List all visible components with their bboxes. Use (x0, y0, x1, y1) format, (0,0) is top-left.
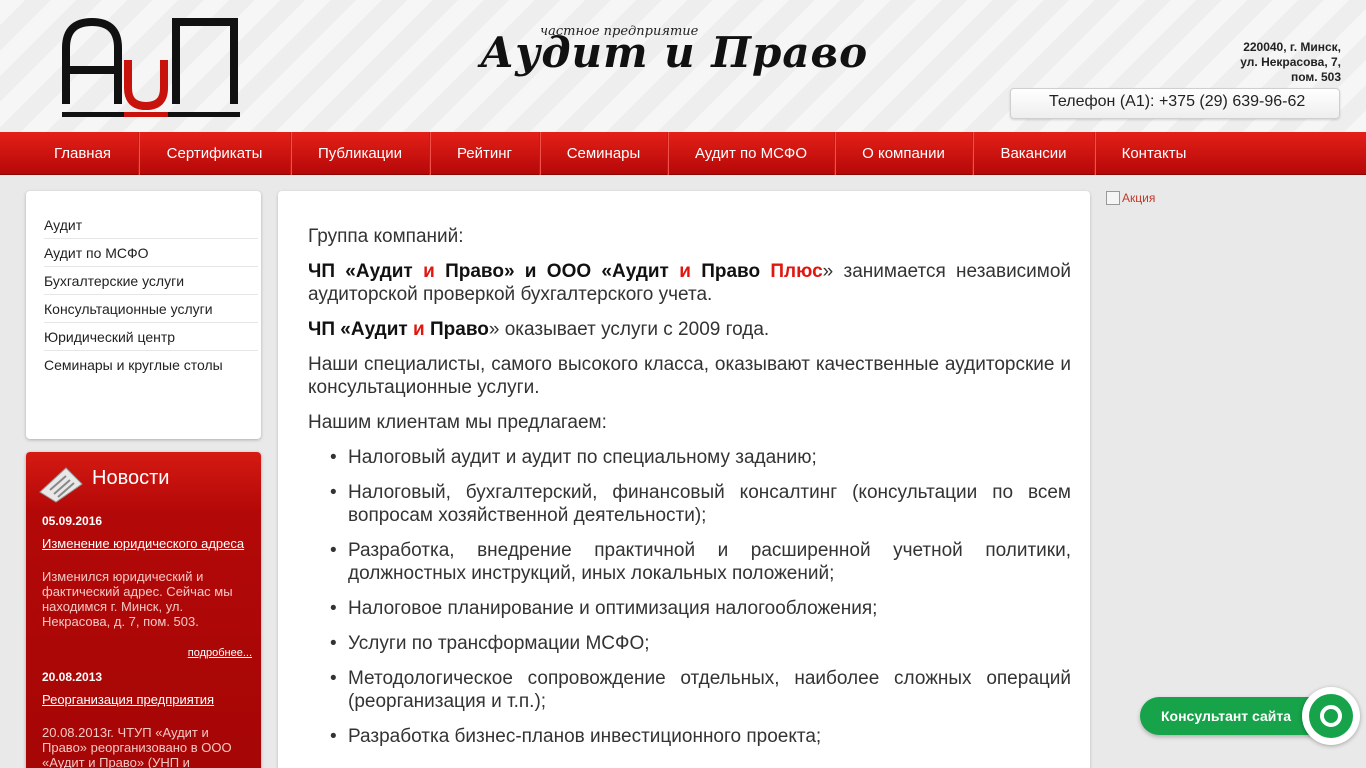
main-nav: Главная Сертификаты Публикации Рейтинг С… (0, 132, 1366, 175)
text-fragment: » и ООО « (503, 261, 612, 282)
nav-item-seminars[interactable]: Семинары (540, 132, 668, 175)
nav-item-rating[interactable]: Рейтинг (430, 132, 540, 175)
company-word: Право (701, 261, 761, 282)
chat-ring-icon (1320, 705, 1342, 727)
news-title: Новости (92, 467, 170, 489)
nav-item-certificates[interactable]: Сертификаты (139, 132, 291, 175)
news-more-link[interactable]: подробнее... (42, 647, 252, 659)
address: 220040, г. Минск, ул. Некрасова, 7, пом.… (1240, 40, 1341, 85)
sidebar-item-audit[interactable]: Аудит (44, 211, 258, 239)
service-item: Налоговый, бухгалтерский, финансовый кон… (328, 481, 1071, 527)
nav-item-about[interactable]: О компании (835, 132, 973, 175)
company-word: Аудит (350, 319, 408, 340)
news-link[interactable]: Изменение юридического адреса (42, 536, 250, 551)
phone-box: Телефон (А1): +375 (29) 639-96-62 (1010, 88, 1340, 119)
address-line: пом. 503 (1291, 70, 1341, 84)
text-fragment: ЧП « (308, 319, 351, 340)
sidebar-item-accounting[interactable]: Бухгалтерские услуги (44, 267, 258, 295)
nav-item-home[interactable]: Главная (27, 132, 139, 175)
text-fragment: » оказывает услуги с 2009 года. (488, 319, 770, 340)
service-item: Налоговое планирование и оптимизация нал… (328, 597, 1071, 620)
sidebar-item-legal[interactable]: Юридический центр (44, 323, 258, 351)
company-word-and: и (679, 261, 691, 282)
news-date: 05.09.2016 (42, 514, 103, 528)
nav-item-vacancies[interactable]: Вакансии (973, 132, 1095, 175)
company-word-and: и (423, 261, 435, 282)
company-paragraph: ЧП «Аудит и Право» и ООО «Аудит и Право … (308, 260, 1071, 306)
brand-title: Аудит и Право (480, 28, 869, 77)
news-text: 20.08.2013г. ЧТУП «Аудит и Право» реорга… (42, 725, 232, 768)
address-line: ул. Некрасова, 7, (1240, 55, 1341, 69)
news-entry: 20.08.2013 Реорганизация предприятия 20.… (42, 670, 250, 768)
service-item: Разработка бизнес-планов инвестиционного… (328, 725, 1071, 748)
offer-heading: Нашим клиентам мы предлагаем: (308, 412, 607, 433)
broken-image-icon (1106, 191, 1120, 205)
service-item: Услуги по трансформации МСФО; (328, 632, 1071, 655)
service-item: Разработка, внедрение практичной и расши… (328, 539, 1071, 585)
company-word: Аудит (612, 261, 669, 282)
chat-bubble-icon (1309, 694, 1353, 738)
company-word: Право (445, 261, 504, 282)
header: частное предприятие Аудит и Право 220040… (0, 0, 1366, 132)
nav-item-publications[interactable]: Публикации (291, 132, 430, 175)
company-word-plus: Плюс (770, 261, 823, 282)
company-word: Аудит (355, 261, 413, 282)
news-date: 20.08.2013 (42, 670, 103, 684)
specialists-paragraph: Наши специалисты, самого высокого класса… (308, 354, 1071, 398)
news-link[interactable]: Реорганизация предприятия (42, 692, 250, 707)
company-word-and: и (413, 319, 425, 340)
address-line: 220040, г. Минск, (1243, 40, 1341, 54)
promo-banner[interactable]: Акция (1106, 191, 1155, 205)
company-word: Право (429, 319, 489, 340)
company-logo[interactable] (62, 18, 240, 120)
nav-item-ifrs-audit[interactable]: Аудит по МСФО (668, 132, 835, 175)
news-entry: 05.09.2016 Изменение юридического адреса… (42, 514, 252, 659)
main-content: Группа компаний: ЧП «Аудит и Право» и ОО… (278, 191, 1090, 768)
sidebar-item-ifrs-audit[interactable]: Аудит по МСФО (44, 239, 258, 267)
newspaper-icon (39, 467, 83, 503)
sidebar-menu: Аудит Аудит по МСФО Бухгалтерские услуги… (26, 191, 261, 439)
service-item: Налоговый аудит и аудит по специальному … (328, 446, 1071, 469)
intro-text: Группа компаний: (308, 226, 464, 247)
news-panel: Новости 05.09.2016 Изменение юридическог… (26, 452, 261, 768)
consultant-chat-icon[interactable] (1302, 687, 1360, 745)
sidebar-item-seminars[interactable]: Семинары и круглые столы (44, 351, 258, 379)
promo-alt-text: Акция (1122, 191, 1156, 205)
news-text: Изменился юридический и фактический адре… (42, 569, 233, 629)
nav-item-contacts[interactable]: Контакты (1095, 132, 1213, 175)
sidebar-item-consulting[interactable]: Консультационные услуги (44, 295, 258, 323)
since-paragraph: ЧП «Аудит и Право» оказывает услуги с 20… (308, 318, 1071, 341)
service-item: Методологическое сопровождение отдельных… (328, 667, 1071, 713)
services-list: Налоговый аудит и аудит по специальному … (328, 446, 1071, 748)
text-fragment: ЧП « (308, 261, 356, 282)
